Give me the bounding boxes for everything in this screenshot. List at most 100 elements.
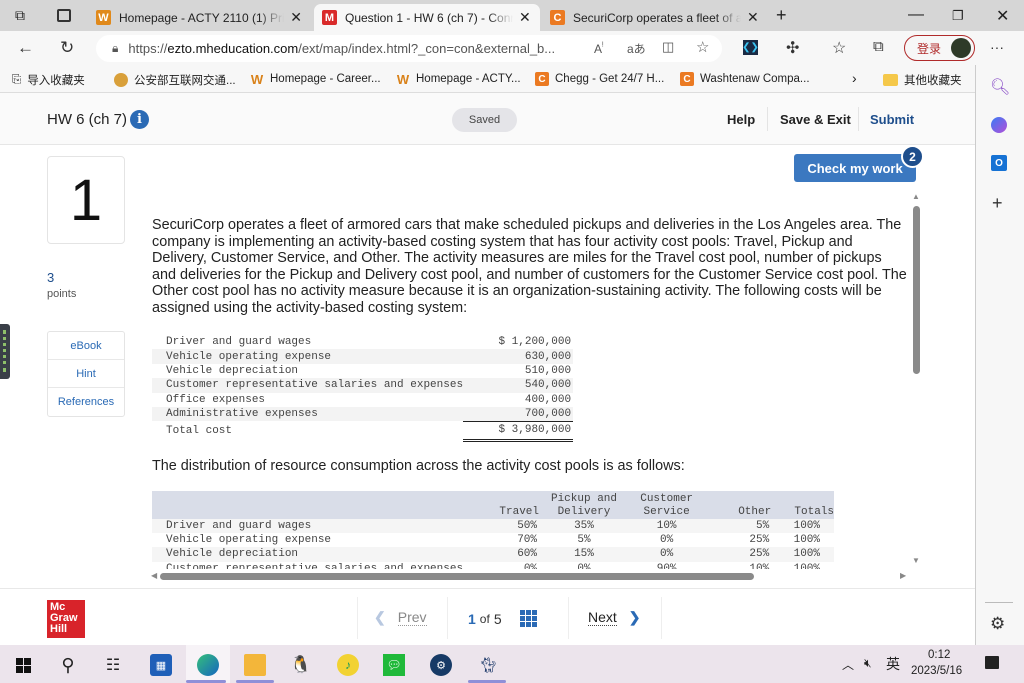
minimize-icon[interactable]: — [908,6,924,24]
url-host: ezto.mheducation.com [167,41,299,56]
settings-gear-icon[interactable]: ⚙ [990,614,1005,634]
cost-row: Vehicle depreciation 510,000 [152,364,573,378]
copilot-icon[interactable] [991,117,1007,133]
bookmark-label: Washtenaw Compa... [700,73,810,85]
edge-browser-icon[interactable] [197,654,219,676]
hint-link[interactable]: Hint [48,360,124,388]
other-bookmarks-folder[interactable]: 其他收藏夹 [883,72,962,88]
cell-value: 15% [539,547,629,562]
url-prefix: https:// [128,41,168,56]
header-line: Travel [499,506,540,518]
volume-muted-icon[interactable]: 🔇︎ [864,656,872,671]
cost-row: Driver and guard wages $ 1,200,000 [152,335,573,349]
save-exit-link[interactable]: Save & Exit [780,112,851,127]
notification-icon[interactable] [985,656,999,669]
bookmark-chegg[interactable]: C Chegg - Get 24/7 H... [535,72,664,86]
qq-icon[interactable]: 🐧 [290,654,312,676]
outlook-icon[interactable]: O [991,155,1007,171]
cost-amount: 510,000 [524,364,572,377]
chevron-left-icon: ❮ [374,609,386,625]
bookmark-homepage-career[interactable]: W Homepage - Career... [250,72,381,87]
workspaces-icon[interactable]: ⧉ [15,7,25,24]
scroll-right-arrow[interactable]: ▶ [900,571,906,580]
ebook-link[interactable]: eBook [48,332,124,360]
file-explorer-icon[interactable] [244,654,266,676]
app-cat-icon[interactable]: 🐈︎ [477,654,499,676]
header-line: Totals [794,506,834,518]
points-label: points [47,288,77,300]
vertical-tabs-icon[interactable] [57,9,71,22]
row-label: Vehicle operating expense [166,534,332,547]
more-bookmarks-chevron-icon[interactable]: › [852,70,857,86]
clock-time[interactable]: 0:12 [928,649,950,661]
page-indicator[interactable]: 1 of 5 [468,610,537,627]
login-button[interactable]: 登录 [904,35,975,61]
search-icon[interactable]: 🔍︎ [990,77,1010,97]
help-link[interactable]: Help [727,112,755,127]
horizontal-scrollbar-thumb[interactable] [160,573,754,580]
tray-chevron-icon[interactable]: ︿ [842,656,854,673]
scroll-down-arrow[interactable]: ▼ [912,556,920,565]
vertical-scrollbar-thumb[interactable] [913,206,920,374]
grid-view-icon[interactable] [519,610,537,627]
restore-icon[interactable]: ❐ [952,8,964,24]
browser-tab-strip: ⧉ W Homepage - ACTY 2110 (1) Princ ✕ M Q… [0,0,1024,31]
extension-icon[interactable]: ❮❯ [742,40,759,55]
row-label: Vehicle depreciation [152,547,466,562]
cell-value: 70% [517,534,538,547]
check-my-work-button[interactable]: Check my work [794,154,916,182]
steam-icon[interactable]: ⚙ [430,654,452,676]
translate-icon[interactable]: aあ [627,40,646,57]
close-window-icon[interactable]: ✕ [996,6,1009,26]
collections-icon[interactable]: ⧉ [873,38,884,55]
clock-date[interactable]: 2023/5/16 [911,665,962,677]
extensions-puzzle-icon[interactable]: ✣ [786,38,799,58]
tab-homepage-acty[interactable]: W Homepage - ACTY 2110 (1) Princ ✕ [88,4,310,31]
tab-question-1[interactable]: M Question 1 - HW 6 (ch 7) - Conne ✕ [314,4,540,31]
new-tab-icon[interactable]: + [776,5,787,26]
more-menu-icon[interactable]: ··· [990,39,1004,55]
refresh-icon[interactable]: ↻ [60,38,74,58]
next-button[interactable]: Next ❯ [588,609,641,626]
prev-button[interactable]: ❮ Prev [374,609,427,626]
ime-indicator[interactable]: 英 [886,654,900,674]
close-tab-icon[interactable]: ✕ [290,9,302,26]
c-favicon-icon: C [550,10,565,25]
cell-value: 60% [465,547,540,562]
tab-securicorp[interactable]: C SecuriCorp operates a fleet of ar ✕ [542,4,768,31]
search-icon[interactable]: ⚲ [57,654,79,676]
bookmark-police[interactable]: 公安部互联网交通... [114,72,236,88]
back-icon[interactable]: ← [17,38,34,58]
references-link[interactable]: References [48,388,124,416]
split-screen-icon[interactable]: ◫ [662,39,674,55]
divider [357,597,358,639]
bookmark-label: 导入收藏夹 [27,75,85,87]
submit-link[interactable]: Submit [870,112,914,127]
qq-music-icon[interactable]: ♪ [337,654,359,676]
info-icon[interactable]: i [130,110,149,129]
task-view-icon[interactable]: ☷ [102,654,124,676]
windows-start-icon[interactable] [12,654,34,676]
m-favicon-icon: M [322,10,337,25]
check-attempts-badge: 2 [901,146,924,168]
store-icon[interactable]: ▦ [150,654,172,676]
current-page: 1 [468,610,476,627]
bookmark-homepage-acty[interactable]: W Homepage - ACTY... [396,72,521,87]
table-row: Vehicle depreciation 60% 15% 0% 25% 100% [152,547,834,562]
close-tab-icon[interactable]: ✕ [519,9,531,26]
bookmarks-bar: ⎘ 导入收藏夹 公安部互联网交通... W Homepage - Career...… [0,65,975,93]
url-input[interactable]: 🔒︎ https://ezto.mheducation.com/ext/map/… [96,35,722,62]
column-header: Customer Service [628,491,705,519]
scroll-up-arrow[interactable]: ▲ [912,192,920,201]
cell-value: 35% [539,519,629,534]
side-widget-handle[interactable] [0,324,10,379]
bookmark-washtenaw[interactable]: C Washtenaw Compa... [680,72,810,86]
favorites-icon[interactable]: ☆ [832,38,846,58]
read-aloud-icon[interactable]: Aᵎ [594,40,604,56]
add-favorite-icon[interactable]: ☆ [696,38,709,56]
wechat-icon[interactable]: 💬︎ [383,654,405,676]
close-tab-icon[interactable]: ✕ [747,9,759,26]
scroll-left-arrow[interactable]: ◀ [151,571,157,580]
add-sidebar-icon[interactable]: + [992,193,1003,214]
bookmark-import[interactable]: ⎘ 导入收藏夹 [12,72,85,88]
